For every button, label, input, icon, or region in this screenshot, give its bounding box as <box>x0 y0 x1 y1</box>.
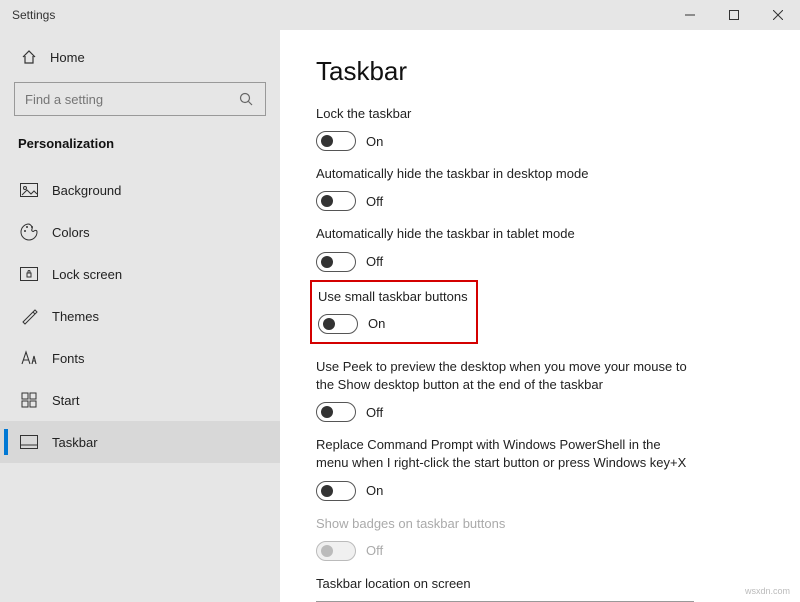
titlebar: Settings <box>0 0 800 30</box>
search-field[interactable] <box>25 92 225 107</box>
sidebar: Home Personalization Background Colors L… <box>0 30 280 602</box>
toggle-state: Off <box>366 543 383 558</box>
themes-icon <box>20 307 38 325</box>
toggle-state: Off <box>366 405 383 420</box>
sidebar-item-label: Background <box>52 183 121 198</box>
image-icon <box>20 181 38 199</box>
setting-label: Taskbar location on screen <box>316 575 696 593</box>
toggle-autohide-tablet[interactable] <box>316 252 356 272</box>
toggle-badges <box>316 541 356 561</box>
sidebar-item-colors[interactable]: Colors <box>0 211 280 253</box>
sidebar-item-label: Fonts <box>52 351 85 366</box>
setting-lock-taskbar: Lock the taskbar On <box>316 105 764 151</box>
start-icon <box>20 391 38 409</box>
content-pane: Taskbar Lock the taskbar On Automaticall… <box>280 30 800 602</box>
setting-label: Show badges on taskbar buttons <box>316 515 696 533</box>
toggle-state: Off <box>366 194 383 209</box>
setting-autohide-desktop: Automatically hide the taskbar in deskto… <box>316 165 764 211</box>
sidebar-item-label: Themes <box>52 309 99 324</box>
minimize-button[interactable] <box>668 0 712 30</box>
setting-powershell: Replace Command Prompt with Windows Powe… <box>316 436 764 500</box>
lockscreen-icon <box>20 265 38 283</box>
close-button[interactable] <box>756 0 800 30</box>
maximize-button[interactable] <box>712 0 756 30</box>
sidebar-item-background[interactable]: Background <box>0 169 280 211</box>
setting-label: Replace Command Prompt with Windows Powe… <box>316 436 696 472</box>
toggle-powershell[interactable] <box>316 481 356 501</box>
palette-icon <box>20 223 38 241</box>
sidebar-item-label: Taskbar <box>52 435 98 450</box>
watermark: wsxdn.com <box>745 586 790 596</box>
home-label: Home <box>50 50 85 65</box>
sidebar-item-label: Start <box>52 393 79 408</box>
toggle-autohide-desktop[interactable] <box>316 191 356 211</box>
toggle-state: On <box>366 134 383 149</box>
setting-badges: Show badges on taskbar buttons Off <box>316 515 764 561</box>
toggle-small-buttons[interactable] <box>318 314 358 334</box>
setting-location: Taskbar location on screen Bottom <box>316 575 764 602</box>
sidebar-item-fonts[interactable]: Fonts <box>0 337 280 379</box>
sidebar-item-themes[interactable]: Themes <box>0 295 280 337</box>
setting-autohide-tablet: Automatically hide the taskbar in tablet… <box>316 225 764 271</box>
search-icon <box>237 90 255 108</box>
setting-label: Use Peek to preview the desktop when you… <box>316 358 696 394</box>
sidebar-item-label: Colors <box>52 225 90 240</box>
taskbar-icon <box>20 433 38 451</box>
sidebar-item-label: Lock screen <box>52 267 122 282</box>
setting-peek: Use Peek to preview the desktop when you… <box>316 358 764 422</box>
setting-label: Automatically hide the taskbar in deskto… <box>316 165 696 183</box>
toggle-state: On <box>368 316 385 331</box>
setting-label: Automatically hide the taskbar in tablet… <box>316 225 696 243</box>
home-button[interactable]: Home <box>0 38 280 76</box>
setting-small-buttons: Use small taskbar buttons On <box>318 288 468 334</box>
page-title: Taskbar <box>316 56 764 87</box>
toggle-state: Off <box>366 254 383 269</box>
setting-label: Use small taskbar buttons <box>318 288 468 306</box>
highlight-annotation: Use small taskbar buttons On <box>310 280 478 344</box>
category-header: Personalization <box>0 130 280 169</box>
toggle-state: On <box>366 483 383 498</box>
toggle-peek[interactable] <box>316 402 356 422</box>
sidebar-item-start[interactable]: Start <box>0 379 280 421</box>
fonts-icon <box>20 349 38 367</box>
search-input[interactable] <box>14 82 266 116</box>
sidebar-item-lockscreen[interactable]: Lock screen <box>0 253 280 295</box>
toggle-lock-taskbar[interactable] <box>316 131 356 151</box>
setting-label: Lock the taskbar <box>316 105 696 123</box>
window-title: Settings <box>12 8 55 22</box>
sidebar-item-taskbar[interactable]: Taskbar <box>0 421 280 463</box>
home-icon <box>20 48 38 66</box>
